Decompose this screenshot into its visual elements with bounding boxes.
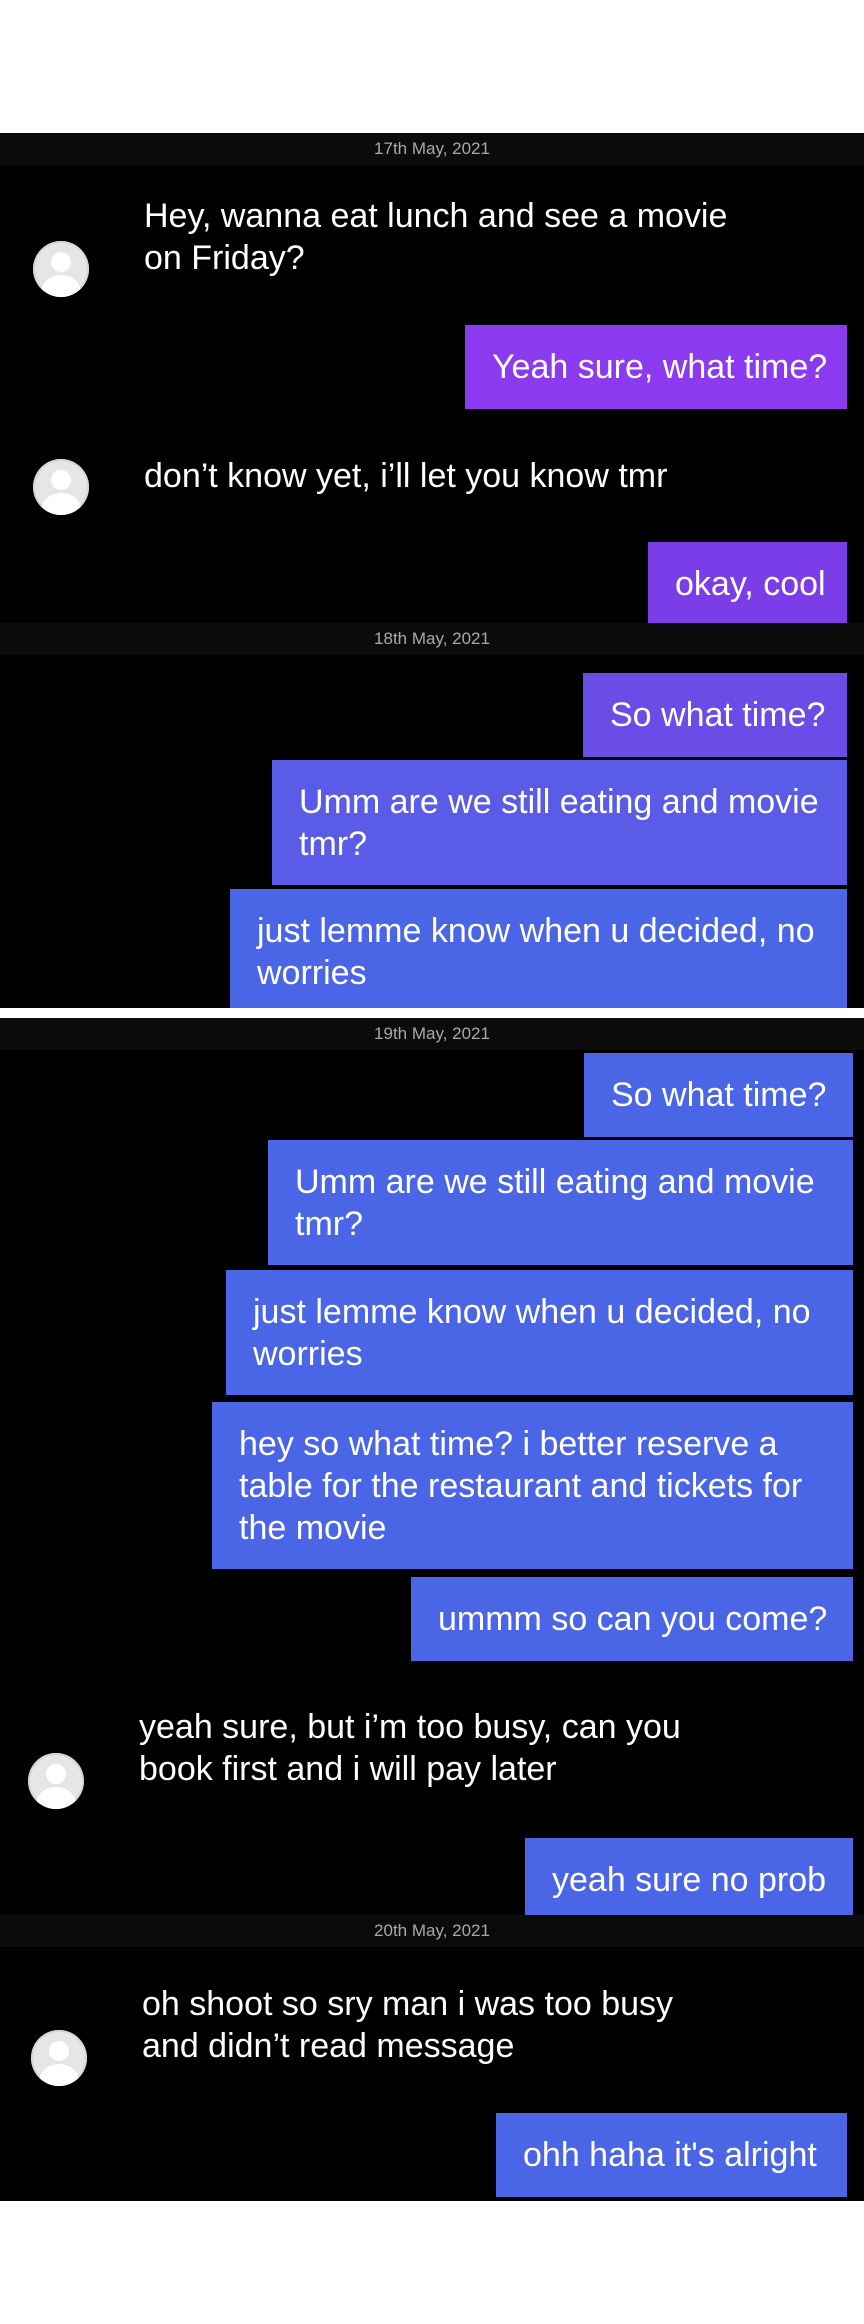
message-bubble[interactable]: just lemme know when u decided, no worrie… (230, 889, 847, 1008)
message-bubble[interactable]: don’t know yet, i’ll let you know tmr (117, 434, 701, 518)
message-bubble[interactable]: ummm so can you come? (411, 1577, 853, 1661)
message-text-line: yeah sure no prob (552, 1861, 827, 1899)
message-text-line: the movie (239, 1509, 387, 1547)
avatar-icon[interactable] (33, 459, 89, 515)
message-text-line: Yeah sure, what time? (492, 348, 828, 386)
message-text-line: Umm are we still eating and movie (295, 1163, 815, 1201)
message-text-line: okay, cool (675, 565, 826, 603)
avatar-icon[interactable] (28, 1753, 84, 1809)
date-separator: 19th May, 2021 (0, 1018, 864, 1050)
message-text-line: tmr? (299, 825, 367, 863)
message-bubble[interactable]: Hey, wanna eat lunch and see a movie on F… (117, 174, 751, 299)
avatar-icon[interactable] (31, 2030, 87, 2086)
avatar-icon[interactable] (33, 241, 89, 297)
date-separator: 17th May, 2021 (0, 133, 864, 165)
message-text-line: don’t know yet, i’ll let you know tmr (144, 457, 668, 495)
message-text-line: just lemme know when u decided, no (257, 912, 815, 950)
message-bubble[interactable]: hey so what time? i better reserve a tabl… (212, 1402, 853, 1569)
message-text-line: yeah sure, but i’m too busy, can you (139, 1708, 681, 1746)
day-section: 19th May, 2021 So what time? Umm are we st… (0, 1018, 864, 1915)
message-bubble[interactable]: oh shoot so sry man i was too busy and di… (115, 1962, 706, 2087)
message-text-line: table for the restaurant and tickets for (239, 1467, 803, 1505)
message-bubble[interactable]: Yeah sure, what time? (465, 325, 847, 409)
message-bubble[interactable]: Umm are we still eating and movie tmr? (272, 760, 847, 885)
message-bubble[interactable]: Umm are we still eating and movie tmr? (268, 1140, 853, 1265)
message-text-line: hey so what time? i better reserve a (239, 1425, 778, 1463)
message-text-line: just lemme know when u decided, no (253, 1293, 811, 1331)
message-bubble[interactable]: yeah sure no prob (525, 1838, 853, 1915)
message-text-line: Umm are we still eating and movie (299, 783, 819, 821)
message-bubble[interactable]: ohh haha it's alright (496, 2113, 847, 2197)
message-text-line: Hey, wanna eat lunch and see a movie (144, 197, 728, 235)
message-text-line: on Friday? (144, 239, 305, 277)
message-text-line: ummm so can you come? (438, 1600, 828, 1638)
message-text-line: ohh haha it's alright (523, 2136, 817, 2174)
message-bubble[interactable]: So what time? (583, 673, 847, 757)
date-separator: 18th May, 2021 (0, 623, 864, 655)
message-text-line: book first and i will pay later (139, 1750, 557, 1788)
message-bubble[interactable]: So what time? (584, 1053, 853, 1137)
message-bubble[interactable]: yeah sure, but i’m too busy, can you book… (112, 1685, 722, 1810)
message-text-line: and didn’t read message (142, 2027, 515, 2065)
day-section: 18th May, 2021 So what time? Umm are we st… (0, 623, 864, 1008)
message-text-line: tmr? (295, 1205, 363, 1243)
message-text-line: So what time? (611, 1076, 827, 1114)
message-text-line: So what time? (610, 696, 826, 734)
message-text-line: oh shoot so sry man i was too busy (142, 1985, 674, 2023)
day-section: 17th May, 2021 Hey, wanna eat lunch and s… (0, 133, 864, 623)
message-text-line: worries (253, 1335, 363, 1373)
day-section: 20th May, 2021 oh shoot so sry man i was … (0, 1915, 864, 2201)
message-bubble[interactable]: just lemme know when u decided, no worrie… (226, 1270, 853, 1395)
message-bubble[interactable]: okay, cool (648, 542, 847, 623)
date-separator: 20th May, 2021 (0, 1915, 864, 1947)
message-text-line: worries (257, 954, 367, 992)
